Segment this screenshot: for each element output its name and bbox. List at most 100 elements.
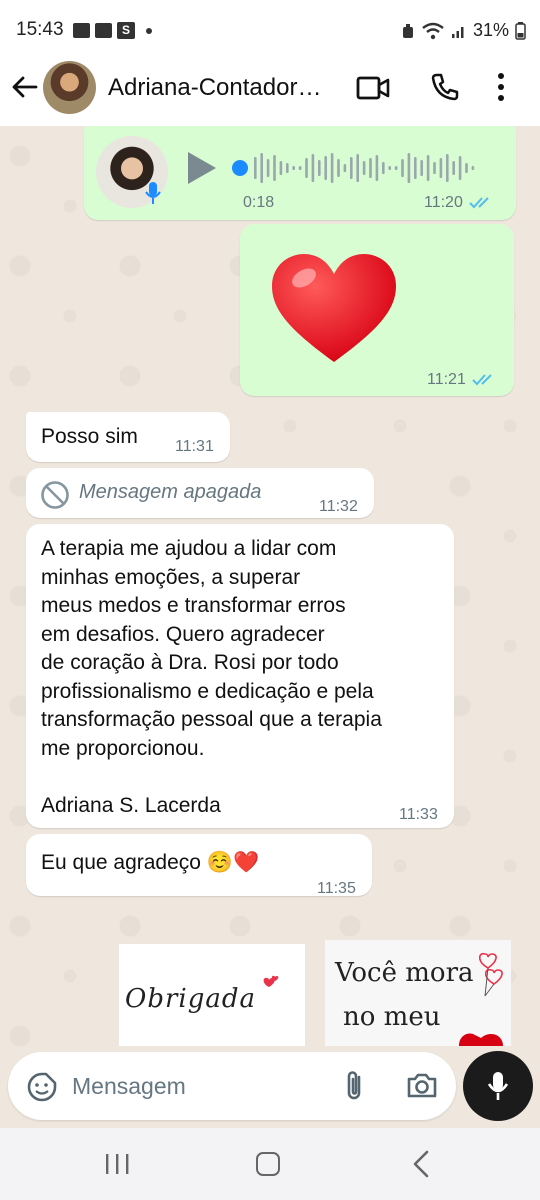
waveform-bar — [324, 156, 327, 180]
video-camera-icon[interactable] — [356, 73, 390, 103]
waveform-bar — [305, 158, 308, 178]
play-icon[interactable] — [188, 152, 216, 184]
double-check-read-icon — [472, 374, 492, 386]
status-right: 31% — [401, 20, 526, 41]
waveform-bar — [458, 156, 462, 180]
battery-icon — [515, 21, 526, 40]
message-line — [41, 763, 382, 792]
waveform-bar — [343, 164, 347, 172]
status-time: 15:43 — [16, 19, 64, 40]
waveform-bar — [292, 166, 295, 170]
message-line: transformação pessoal que a terapia — [41, 708, 382, 731]
sticker-text-line1: Você mora — [335, 958, 474, 988]
waveform-bar — [407, 153, 411, 183]
message-line: minhas emoções, a superar — [41, 565, 301, 589]
chat-header: Adriana-Contador… — [0, 58, 540, 126]
obrigada-sticker[interactable]: Obrigada — [119, 944, 305, 1046]
waveform-bar — [286, 163, 289, 173]
message-line: de coração à Dra. Rosi por todo — [41, 651, 339, 674]
contact-name[interactable]: Adriana-Contador… — [108, 74, 321, 102]
waveform-bar — [369, 158, 372, 178]
waveform-bar — [260, 153, 263, 183]
message-line: em desafios. Quero agradecer — [41, 622, 325, 646]
message-signature: Adriana S. Lacerda — [41, 793, 221, 817]
status-bar: 15:43 S 31% — [0, 0, 540, 58]
audio-message-bubble[interactable]: 0:18 11:20 — [84, 126, 516, 220]
message-text-block: A terapia me ajudou a lidar com minhas e… — [41, 535, 382, 820]
message-line: me proporcionou. — [41, 736, 205, 760]
more-vertical-icon[interactable] — [496, 72, 506, 102]
message-text: Eu que agradeço ☺️❤️ — [41, 851, 260, 874]
deleted-message-bubble[interactable]: Mensagem apagada 11:32 — [26, 468, 374, 518]
waveform-bar — [471, 166, 475, 170]
incoming-message-bubble[interactable]: A terapia me ajudou a lidar com minhas e… — [26, 524, 454, 828]
message-line: A terapia me ajudou a lidar com — [41, 537, 337, 560]
blocked-circle-icon — [41, 481, 69, 509]
message-meta: 11:20 — [424, 194, 493, 212]
microphone-icon — [487, 1072, 509, 1100]
message-time: 11:21 — [427, 371, 466, 388]
waveform-bar — [452, 161, 455, 175]
waveform-bar — [356, 154, 359, 182]
message-text: Posso sim — [41, 425, 138, 448]
voce-mora-sticker[interactable]: Você mora no meu — [325, 940, 511, 1046]
phone-icon[interactable] — [430, 72, 460, 102]
heart-partial-icon — [459, 1033, 503, 1046]
sticker-text-line2: no meu — [343, 1002, 441, 1032]
app-s-notification-icon: S — [117, 22, 135, 39]
message-time: 11:35 — [317, 880, 356, 897]
message-input[interactable] — [72, 1070, 322, 1102]
chat-area[interactable]: 0:18 11:20 11:21 Posso sim 11:31 Mensage… — [0, 126, 540, 1046]
waveform-bar — [394, 166, 398, 170]
back-chevron-icon[interactable] — [412, 1150, 430, 1178]
message-time: 11:20 — [424, 194, 463, 211]
emoji-message-bubble[interactable]: 11:21 — [240, 224, 514, 396]
waveform-bar — [465, 163, 468, 173]
waveform-bar — [420, 160, 423, 176]
home-icon[interactable] — [256, 1152, 280, 1176]
waveform-bar — [433, 162, 436, 174]
deleted-message-text: Mensagem apagada — [79, 481, 262, 503]
sticker-smiley-icon[interactable] — [26, 1071, 58, 1103]
wifi-icon — [422, 22, 444, 39]
waveform-bar — [426, 155, 430, 181]
recent-apps-icon[interactable] — [104, 1152, 130, 1176]
message-input-bar — [8, 1052, 456, 1120]
incoming-message-bubble[interactable]: Posso sim 11:31 — [26, 412, 230, 462]
voice-record-button[interactable] — [463, 1051, 533, 1121]
battery-percent: 31% — [472, 20, 509, 40]
incoming-message-bubble[interactable]: Eu que agradeço ☺️❤️ 11:35 — [26, 834, 372, 897]
signal-icon — [451, 26, 464, 38]
contact-avatar[interactable] — [43, 61, 96, 114]
sticker-text: Obrigada — [125, 984, 256, 1014]
waveform-bar — [254, 157, 257, 179]
more-notifications-dot-icon — [146, 27, 152, 34]
gallery-notification-icon — [73, 23, 90, 38]
message-line: meus medos e transformar erros — [41, 594, 346, 617]
message-meta: 11:21 — [427, 371, 496, 389]
message-time: 11:33 — [399, 806, 438, 823]
notification-icons: S — [73, 22, 152, 39]
audio-progress-dot[interactable] — [232, 160, 248, 176]
waveform-bar — [446, 154, 449, 182]
red-heart-emoji — [272, 254, 396, 362]
waveform-bar — [375, 155, 379, 181]
waveform-bar — [382, 162, 385, 174]
small-hearts-icon — [263, 975, 279, 987]
waveform-bar — [273, 155, 276, 181]
mail-notification-icon — [95, 23, 112, 38]
microphone-icon — [145, 182, 161, 204]
waveform-bar — [298, 166, 302, 170]
paperclip-icon[interactable] — [342, 1069, 366, 1103]
waveform-bar — [311, 154, 315, 182]
waveform-bar — [279, 161, 283, 175]
waveform-bar — [350, 157, 353, 179]
waveform-bar — [439, 158, 443, 178]
message-time: 11:32 — [319, 498, 358, 515]
waveform-bar — [266, 159, 270, 177]
camera-icon[interactable] — [406, 1071, 438, 1099]
arrow-left-icon[interactable] — [10, 72, 40, 102]
message-time: 11:31 — [175, 438, 214, 455]
waveform-bar — [330, 153, 334, 183]
audio-waveform[interactable] — [232, 148, 482, 188]
